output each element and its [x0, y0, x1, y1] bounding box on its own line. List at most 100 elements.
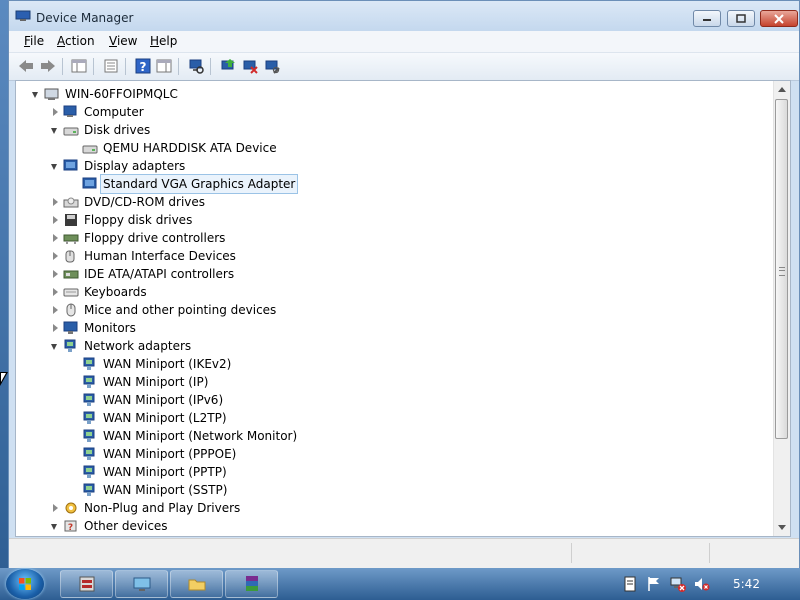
title-bar[interactable]: Device Manager: [9, 1, 799, 31]
menu-help[interactable]: Help: [150, 34, 177, 48]
tree-device[interactable]: WAN Miniport (PPTP): [16, 463, 766, 481]
tree-category[interactable]: Monitors: [16, 319, 766, 337]
tree-category[interactable]: Floppy drive controllers: [16, 229, 766, 247]
help-button[interactable]: ?: [134, 57, 152, 75]
tree-category[interactable]: ? Other devices: [16, 517, 766, 535]
tree-node-label: Display adapters: [84, 159, 186, 173]
collapsed-triangle-icon[interactable]: [53, 288, 58, 296]
back-button[interactable]: [17, 57, 35, 75]
expanded-triangle-icon[interactable]: [51, 128, 57, 134]
action-center-icon[interactable]: [622, 576, 638, 592]
scrollbar-thumb[interactable]: [775, 99, 788, 439]
collapsed-triangle-icon[interactable]: [53, 504, 58, 512]
status-separator: [709, 543, 710, 563]
ide-controller-icon: [63, 270, 79, 279]
collapsed-triangle-icon[interactable]: [53, 234, 58, 242]
tree-device[interactable]: Standard VGA Graphics Adapter: [16, 174, 766, 194]
tree-node-label: WAN Miniport (PPTP): [103, 465, 227, 479]
volume-muted-icon[interactable]: [694, 576, 710, 592]
tree-device[interactable]: WAN Miniport (IKEv2): [16, 355, 766, 373]
unknown-device-icon: ?: [64, 520, 77, 533]
close-icon: [774, 13, 784, 24]
mouse-cursor-icon: [0, 372, 8, 386]
taskbar-clock[interactable]: 5:42: [733, 577, 760, 591]
svg-text:?: ?: [68, 523, 73, 533]
uninstall-button[interactable]: [241, 57, 259, 75]
scroll-up-icon[interactable]: [778, 87, 786, 92]
taskbar-server-manager-button[interactable]: [60, 570, 113, 598]
start-button[interactable]: [6, 569, 44, 599]
show-hide-console-tree-button[interactable]: [70, 57, 88, 75]
collapsed-triangle-icon[interactable]: [53, 252, 58, 260]
tree-category[interactable]: Computer: [16, 103, 766, 121]
properties-button[interactable]: [102, 57, 120, 75]
menu-file[interactable]: File: [24, 34, 44, 48]
menu-action[interactable]: Action: [57, 34, 95, 48]
tree-node-label: WAN Miniport (IKEv2): [103, 357, 232, 371]
expanded-triangle-icon[interactable]: [32, 92, 38, 98]
tree-root-node[interactable]: WIN-60FFOIPMQLC: [16, 85, 766, 103]
tree-node-label: Keyboards: [84, 285, 147, 299]
tree-node-label: WIN-60FFOIPMQLC: [65, 87, 178, 101]
mouse-icon: [66, 303, 76, 317]
maximize-button[interactable]: [727, 10, 755, 27]
tree-category[interactable]: Display adapters: [16, 157, 766, 175]
device-tree[interactable]: WIN-60FFOIPMQLC Computer Disk drives QEMU H…: [15, 80, 791, 537]
tree-node-label: Non-Plug and Play Drivers: [84, 501, 241, 515]
server-manager-icon: [79, 576, 94, 592]
back-arrow-icon: [19, 60, 33, 72]
windows-logo-icon: [19, 578, 31, 590]
tree-category[interactable]: Disk drives: [16, 121, 766, 139]
taskbar-remote-desktop-button[interactable]: [115, 570, 168, 598]
tree-device[interactable]: WAN Miniport (SSTP): [16, 481, 766, 499]
collapsed-triangle-icon[interactable]: [53, 198, 58, 206]
tree-device[interactable]: WAN Miniport (Network Monitor): [16, 427, 766, 445]
tree-device[interactable]: WAN Miniport (L2TP): [16, 409, 766, 427]
minimize-button[interactable]: [693, 10, 721, 27]
collapsed-triangle-icon[interactable]: [53, 324, 58, 332]
flag-icon[interactable]: [646, 576, 662, 592]
tree-category[interactable]: DVD/CD-ROM drives: [16, 193, 766, 211]
tree-category[interactable]: Non-Plug and Play Drivers: [16, 499, 766, 517]
network-error-icon[interactable]: [670, 576, 686, 592]
tree-device[interactable]: WAN Miniport (PPPOE): [16, 445, 766, 463]
tree-category[interactable]: IDE ATA/ATAPI controllers: [16, 265, 766, 283]
expanded-triangle-icon[interactable]: [51, 164, 57, 170]
scroll-down-icon[interactable]: [778, 525, 786, 530]
toolbar-separator: [210, 58, 211, 75]
show-action-pane-button[interactable]: [155, 57, 173, 75]
tree-category[interactable]: Keyboards: [16, 283, 766, 301]
menu-view[interactable]: View: [109, 34, 137, 48]
tree-node-label: Disk drives: [84, 123, 151, 137]
forward-button[interactable]: [39, 57, 57, 75]
taskbar-winrar-button[interactable]: [225, 570, 278, 598]
tree-device[interactable]: QEMU HARDDISK ATA Device: [16, 139, 766, 157]
expanded-triangle-icon[interactable]: [51, 344, 57, 350]
tree-category[interactable]: Mice and other pointing devices: [16, 301, 766, 319]
collapsed-triangle-icon[interactable]: [53, 306, 58, 314]
explorer-folder-icon: [188, 579, 205, 591]
tree-category[interactable]: Network adapters: [16, 337, 766, 355]
minimize-icon: [703, 18, 711, 21]
tree-node-label: WAN Miniport (L2TP): [103, 411, 227, 425]
collapsed-triangle-icon[interactable]: [53, 270, 58, 278]
update-driver-button[interactable]: [219, 57, 237, 75]
disable-button[interactable]: [263, 57, 281, 75]
floppy-disk-icon: [65, 214, 77, 226]
tree-category[interactable]: Floppy disk drives: [16, 211, 766, 229]
help-icon: ?: [135, 58, 151, 74]
tree-device[interactable]: WAN Miniport (IPv6): [16, 391, 766, 409]
vertical-scrollbar[interactable]: [773, 81, 790, 536]
tree-device[interactable]: WAN Miniport (IP): [16, 373, 766, 391]
expanded-triangle-icon[interactable]: [51, 524, 57, 530]
tree-node-label: Computer: [84, 105, 144, 119]
collapsed-triangle-icon[interactable]: [53, 216, 58, 224]
tree-node-label: WAN Miniport (Network Monitor): [103, 429, 298, 443]
taskbar-explorer-button[interactable]: [170, 570, 223, 598]
close-button[interactable]: [760, 10, 798, 27]
network-adapter-icon: [83, 411, 95, 424]
scan-hardware-button[interactable]: [187, 57, 205, 75]
tree-category[interactable]: Human Interface Devices: [16, 247, 766, 265]
disk-drive-icon: [82, 145, 98, 154]
collapsed-triangle-icon[interactable]: [53, 108, 58, 116]
